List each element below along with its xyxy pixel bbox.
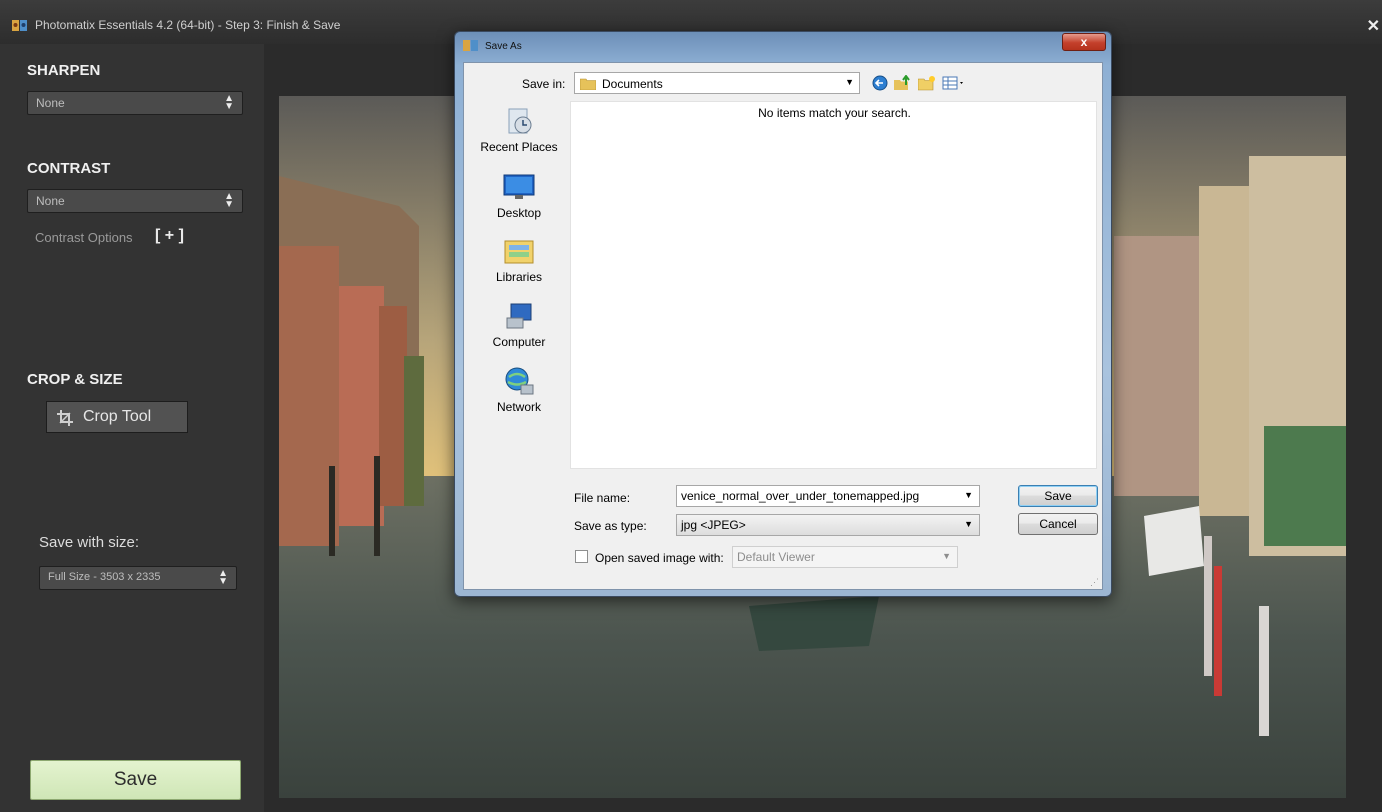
save-size-label: Save with size: (39, 534, 140, 551)
file-name-value: venice_normal_over_under_tonemapped.jpg (681, 489, 920, 503)
place-recent-places[interactable]: Recent Places (472, 105, 566, 154)
back-icon[interactable] (872, 75, 890, 91)
file-list[interactable]: No items match your search. (570, 101, 1097, 469)
place-label: Network (496, 400, 541, 414)
window-title: Photomatix Essentials 4.2 (64-bit) - Ste… (35, 18, 341, 32)
sharpen-value: None (36, 96, 65, 110)
save-in-value: Documents (602, 77, 663, 91)
place-label: Libraries (495, 270, 543, 284)
contrast-options-expand[interactable]: [ + ] (155, 227, 184, 245)
open-with-select[interactable]: Default Viewer ▼ (732, 546, 958, 568)
contrast-options-link[interactable]: Contrast Options (35, 230, 133, 245)
save-as-type-select[interactable]: jpg <JPEG> ▼ (676, 514, 980, 536)
open-with-value: Default Viewer (737, 550, 815, 564)
save-in-label: Save in: (522, 77, 566, 91)
contrast-value: None (36, 194, 65, 208)
file-name-label: File name: (574, 491, 631, 505)
updown-arrows-icon: ▲ ▼ (224, 191, 234, 210)
sharpen-heading: SHARPEN (27, 62, 101, 79)
places-bar: Recent Places Desktop Libraries Computer… (472, 101, 566, 471)
computer-icon (506, 303, 532, 329)
network-icon (505, 367, 534, 395)
place-desktop[interactable]: Desktop (472, 171, 566, 220)
app-icon (12, 20, 27, 31)
updown-arrows-icon: ▲ ▼ (224, 93, 234, 112)
dialog-save-button[interactable]: Save (1018, 485, 1098, 507)
save-button[interactable]: Save (30, 760, 241, 800)
dialog-close-button[interactable]: x (1062, 33, 1106, 51)
updown-arrows-icon: ▲ ▼ (218, 568, 228, 587)
place-label: Computer (492, 335, 546, 349)
open-with-checkbox[interactable] (575, 550, 588, 563)
recent-places-icon (508, 108, 532, 134)
sharpen-select[interactable]: None ▲ ▼ (27, 91, 243, 115)
place-computer[interactable]: Computer (472, 300, 566, 349)
libraries-icon (504, 240, 534, 264)
dropdown-arrow-icon: ▼ (964, 490, 973, 500)
open-with-label: Open saved image with: (595, 551, 724, 565)
save-as-type-value: jpg <JPEG> (681, 518, 746, 532)
save-size-value: Full Size - 3503 x 2335 (48, 571, 161, 583)
settings-sidebar: SHARPEN None ▲ ▼ CONTRAST None ▲ ▼ Contras… (0, 44, 264, 812)
crop-icon (57, 410, 73, 426)
up-folder-icon[interactable] (894, 75, 912, 91)
dropdown-arrow-icon: ▼ (845, 77, 854, 87)
contrast-select[interactable]: None ▲ ▼ (27, 189, 243, 213)
dialog-title: Save As (485, 41, 522, 52)
crop-tool-button[interactable]: Crop Tool (46, 401, 188, 433)
file-name-field[interactable]: venice_normal_over_under_tonemapped.jpg … (676, 485, 980, 507)
empty-list-message: No items match your search. (758, 106, 911, 120)
new-folder-icon[interactable] (918, 75, 936, 91)
place-libraries[interactable]: Libraries (472, 235, 566, 284)
dropdown-arrow-icon: ▼ (964, 519, 973, 529)
save-in-combobox[interactable]: Documents ▼ (574, 72, 860, 94)
resize-grip-icon[interactable]: ⋰ (1090, 577, 1100, 587)
folder-icon (580, 78, 596, 90)
dropdown-arrow-icon: ▼ (942, 551, 951, 561)
window-close-button[interactable]: ✕ (1367, 16, 1380, 36)
crop-tool-label: Crop Tool (83, 408, 152, 425)
place-network[interactable]: Network (472, 365, 566, 414)
place-label: Recent Places (480, 140, 558, 154)
contrast-heading: CONTRAST (27, 160, 111, 177)
dialog-cancel-button[interactable]: Cancel (1018, 513, 1098, 535)
save-as-type-label: Save as type: (574, 519, 647, 533)
desktop-icon (503, 174, 535, 199)
save-as-dialog: Save As x Save in: Documents ▼ Recent Pl… (454, 31, 1112, 597)
view-menu-icon[interactable] (942, 75, 966, 91)
place-label: Desktop (496, 206, 542, 220)
save-size-select[interactable]: Full Size - 3503 x 2335 ▲ ▼ (39, 566, 237, 590)
dialog-body: Save in: Documents ▼ Recent Places Deskt… (463, 62, 1103, 590)
crop-size-heading: CROP & SIZE (27, 371, 123, 388)
app-icon (463, 40, 478, 51)
